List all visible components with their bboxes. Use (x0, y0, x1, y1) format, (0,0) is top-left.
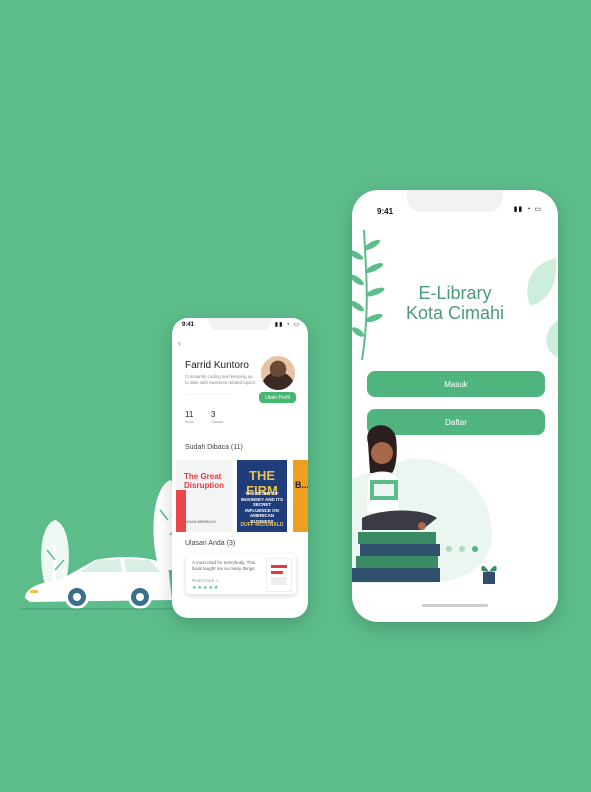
book-cover[interactable]: The Great Disruption ADAM WERBACH (176, 460, 232, 532)
back-arrow-icon[interactable]: ‹ (178, 338, 181, 348)
profile-meta: ··············· ······· ··········· (185, 392, 232, 397)
phone-notch (208, 318, 272, 330)
book-title: B... (295, 480, 308, 490)
review-text: A must read for everybody. This book tau… (192, 560, 256, 571)
profile-name: Farrid Kuntoro (185, 360, 249, 371)
book-author: DUFF McDONALD (240, 522, 284, 528)
reviews-section-title: Ulasan Anda (3) (185, 540, 236, 547)
plant-icon (481, 565, 497, 584)
read-section-title: Sudah Dibaca (11) (185, 444, 243, 451)
status-time: 9:41 (182, 322, 195, 328)
carousel-dots (446, 539, 485, 557)
book-accent (176, 490, 186, 532)
status-time: 9:41 (377, 207, 394, 216)
stat-value: 11 (185, 410, 194, 419)
edit-profile-button[interactable]: Ubah Profil (259, 392, 296, 403)
book-cover[interactable]: THE FIRM THE STORY OF McKINSEY AND ITS S… (237, 460, 287, 532)
review-card[interactable]: A must read for everybody. This book tau… (186, 554, 296, 594)
stat-value: 3 (211, 410, 216, 419)
login-phone: 9:41 ▮▮ ◔ ▭ E-Library Kota Cimahi Masuk … (352, 190, 558, 622)
avatar (261, 356, 295, 390)
profile-bio: Constantly coding and keeping up to date… (185, 374, 256, 385)
review-stars: ★★★★★ (192, 585, 220, 591)
carousel-dot[interactable] (446, 546, 452, 552)
book-subtitle: THE STORY OF McKINSEY AND ITS SECRET INF… (240, 491, 283, 524)
book-author: ADAM WERBACH (186, 520, 216, 524)
carousel-dot[interactable] (472, 546, 478, 552)
phone-notch (407, 190, 503, 212)
app-title-line2: Kota Cimahi (405, 303, 505, 323)
login-button[interactable]: Masuk (367, 371, 545, 397)
status-icons: ▮▮ ◔ ▭ (274, 322, 300, 328)
review-book-thumbnail (266, 558, 292, 592)
profile-phone: 9:41 ▮▮ ◔ ▭ ‹ Farrid Kuntoro Constantly … (172, 318, 308, 618)
book-cover[interactable]: B... (293, 460, 308, 532)
status-icons: ▮▮ ◔ ▭ (513, 206, 542, 213)
stat-reviews: 3 Ulasan (211, 410, 223, 424)
read-more-link[interactable]: Read more » (192, 578, 218, 583)
stat-books: 11 Buku (185, 410, 194, 424)
carousel-dot[interactable] (459, 546, 465, 552)
leaf-icon (546, 320, 558, 358)
stat-label: Ulasan (211, 419, 224, 424)
book-title: The Great Disruption (184, 472, 224, 490)
home-indicator (422, 604, 488, 607)
stat-label: Buku (185, 419, 195, 424)
app-title-line1: E-Library (418, 283, 492, 303)
reader-illustration (352, 425, 492, 583)
